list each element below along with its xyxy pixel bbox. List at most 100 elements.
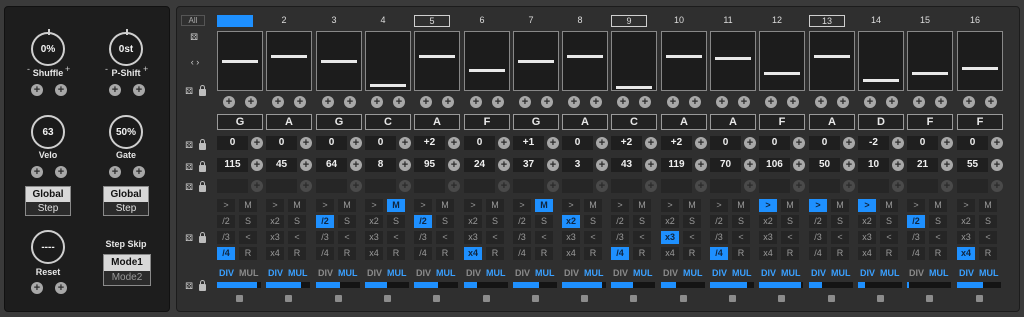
velo-knob[interactable]: 63	[31, 115, 65, 149]
mode-cell[interactable]: >	[858, 199, 876, 212]
mode-cell[interactable]: /4	[809, 247, 827, 260]
reset-add-button[interactable]: +	[31, 282, 43, 294]
step-add-button[interactable]: +	[420, 96, 432, 108]
transpose-add-button[interactable]: +	[547, 137, 559, 149]
mode-cell[interactable]: /2	[907, 215, 925, 228]
step-number[interactable]: 10	[661, 15, 697, 27]
transpose-add-button[interactable]: +	[498, 137, 510, 149]
pitch-slider[interactable]	[957, 31, 1003, 91]
pitch-slider[interactable]	[759, 31, 805, 91]
empty-add-button[interactable]: +	[547, 180, 559, 192]
step-lock-icon[interactable]	[828, 295, 835, 302]
mode-cell[interactable]: x4	[365, 247, 383, 260]
velocity-add-button[interactable]: +	[645, 159, 657, 171]
step-add-button-2[interactable]: +	[541, 96, 553, 108]
pitch-slider[interactable]	[611, 31, 657, 91]
empty-value-slot[interactable]	[562, 179, 593, 193]
step-lock-icon[interactable]	[483, 295, 490, 302]
mode-cell[interactable]: R	[486, 247, 504, 260]
div-toggle[interactable]: DIV	[515, 268, 530, 278]
mode-cell[interactable]: S	[831, 215, 849, 228]
pitch-slider[interactable]	[316, 31, 362, 91]
step-add-button-2[interactable]: +	[393, 96, 405, 108]
div-toggle[interactable]: DIV	[663, 268, 678, 278]
mode-cell[interactable]: S	[979, 215, 997, 228]
mode-cell[interactable]: /2	[414, 215, 432, 228]
step-progress-bar[interactable]	[513, 282, 557, 288]
empty-value-slot[interactable]	[464, 179, 495, 193]
note-name[interactable]: G	[316, 114, 362, 130]
velocity-value[interactable]: 21	[907, 158, 938, 172]
mode-cell[interactable]: /4	[611, 247, 629, 260]
mode-cell[interactable]: x4	[759, 247, 777, 260]
velocity-value[interactable]: 70	[710, 158, 741, 172]
transpose-value[interactable]: 0	[809, 136, 840, 150]
velocity-value[interactable]: 119	[661, 158, 692, 172]
step-add-button[interactable]: +	[272, 96, 284, 108]
mode-cell[interactable]: x3	[661, 231, 679, 244]
gate-mode-toggle[interactable]: Global Step	[103, 186, 149, 216]
lock-icon[interactable]	[199, 280, 206, 291]
empty-value-slot[interactable]	[661, 179, 692, 193]
mode-cell[interactable]: M	[683, 199, 701, 212]
pitch-slider[interactable]	[661, 31, 707, 91]
mode-cell[interactable]: R	[338, 247, 356, 260]
empty-value-slot[interactable]	[759, 179, 790, 193]
mode-cell[interactable]: M	[486, 199, 504, 212]
step-add-button[interactable]: +	[568, 96, 580, 108]
step-lock-icon[interactable]	[384, 295, 391, 302]
mode-cell[interactable]: M	[535, 199, 553, 212]
mul-toggle[interactable]: MUL	[239, 268, 259, 278]
mode-cell[interactable]: /2	[513, 215, 531, 228]
transpose-value[interactable]: 0	[266, 136, 297, 150]
step-add-button[interactable]: +	[864, 96, 876, 108]
velocity-value[interactable]: 37	[513, 158, 544, 172]
pitch-slider[interactable]	[365, 31, 411, 91]
mode-cell[interactable]: M	[929, 199, 947, 212]
velo-mode-toggle[interactable]: Global Step	[25, 186, 71, 216]
velocity-add-button[interactable]: +	[547, 159, 559, 171]
mode-cell[interactable]: S	[338, 215, 356, 228]
mul-toggle[interactable]: MUL	[633, 268, 653, 278]
velocity-add-button[interactable]: +	[793, 159, 805, 171]
div-toggle[interactable]: DIV	[466, 268, 481, 278]
mode-cell[interactable]: x3	[759, 231, 777, 244]
step-add-button-2[interactable]: +	[985, 96, 997, 108]
mode-cell[interactable]: <	[486, 231, 504, 244]
mode-cell[interactable]: M	[288, 199, 306, 212]
mode-cell[interactable]: x3	[464, 231, 482, 244]
mode-cell[interactable]: >	[710, 199, 728, 212]
mode-cell[interactable]: <	[338, 231, 356, 244]
note-name[interactable]: F	[759, 114, 805, 130]
mode-cell[interactable]: R	[880, 247, 898, 260]
mode-cell[interactable]: >	[414, 199, 432, 212]
mode-cell[interactable]: x2	[957, 215, 975, 228]
step-add-button[interactable]: +	[963, 96, 975, 108]
step-number[interactable]: 2	[266, 15, 302, 27]
empty-value-slot[interactable]	[809, 179, 840, 193]
step-progress-bar[interactable]	[611, 282, 655, 288]
mode-cell[interactable]: S	[880, 215, 898, 228]
empty-add-button[interactable]: +	[300, 180, 312, 192]
mul-toggle[interactable]: MUL	[732, 268, 752, 278]
pitch-slider[interactable]	[809, 31, 855, 91]
mode-cell[interactable]: R	[831, 247, 849, 260]
step-add-button-2[interactable]: +	[344, 96, 356, 108]
div-toggle[interactable]: DIV	[613, 268, 628, 278]
shift-arrows-icon[interactable]: ‹ ›	[183, 57, 207, 67]
transpose-add-button[interactable]: +	[892, 137, 904, 149]
empty-add-button[interactable]: +	[350, 180, 362, 192]
note-name[interactable]: C	[365, 114, 411, 130]
velocity-add-button[interactable]: +	[300, 159, 312, 171]
gate-knob[interactable]: 50%	[109, 115, 143, 149]
mode-cell[interactable]: <	[387, 231, 405, 244]
lock-icon[interactable]	[199, 181, 206, 192]
mode-cell[interactable]: M	[633, 199, 651, 212]
mode-cell[interactable]: S	[486, 215, 504, 228]
step-number[interactable]: 13	[809, 15, 845, 27]
transpose-value[interactable]: 0	[562, 136, 593, 150]
transpose-value[interactable]: +1	[513, 136, 544, 150]
empty-add-button[interactable]: +	[251, 180, 263, 192]
mode-cell[interactable]: <	[880, 231, 898, 244]
step-progress-bar[interactable]	[759, 282, 803, 288]
